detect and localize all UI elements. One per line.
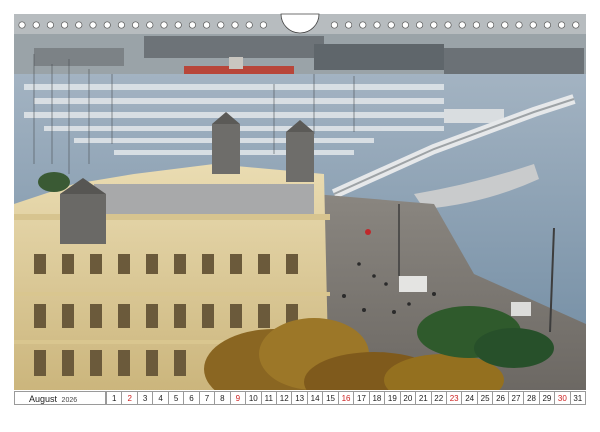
- day-cell: 4: [152, 391, 169, 405]
- day-cell: 2: [121, 391, 138, 405]
- day-cell: 23: [445, 391, 463, 405]
- month-label: August 2026: [14, 391, 106, 405]
- day-cell: 27: [507, 391, 525, 405]
- day-cell: 13: [291, 391, 308, 405]
- day-cell: 30: [554, 391, 571, 405]
- day-cell: 18: [368, 391, 386, 405]
- day-cell: 28: [523, 391, 540, 405]
- day-cell: 10: [245, 391, 262, 405]
- day-cell: 20: [399, 391, 417, 405]
- day-cell: 16: [337, 391, 355, 405]
- day-cell: 22: [430, 391, 447, 405]
- calendar-page: August 2026 1 2 3 4 5 6 7 8 9 10 11 12 13 14 15 16 17 18 1…: [0, 0, 600, 432]
- day-cell: 25: [476, 391, 494, 405]
- day-cell: 15: [322, 391, 339, 405]
- day-cell: 8: [214, 391, 231, 405]
- day-cell: 3: [136, 391, 154, 405]
- year-label: 2026: [61, 397, 78, 404]
- day-cell: 26: [492, 391, 509, 405]
- day-cell: 9: [229, 391, 247, 405]
- day-cell: 19: [384, 391, 401, 405]
- day-cell: 29: [538, 391, 556, 405]
- day-cell: 14: [306, 391, 324, 405]
- day-cell: 31: [569, 391, 587, 405]
- day-cell: 21: [415, 391, 432, 405]
- day-cell: 5: [167, 391, 185, 405]
- day-cell: 24: [461, 391, 478, 405]
- day-cell: 7: [198, 391, 216, 405]
- day-cell: 6: [183, 391, 200, 405]
- calendar-day-strip: August 2026 1 2 3 4 5 6 7 8 9 10 11 12 13 14 15 16 17 18 1…: [14, 390, 587, 406]
- day-cell: 17: [353, 391, 370, 405]
- calendar-photo: [14, 14, 586, 392]
- day-cell: 12: [275, 391, 293, 405]
- day-cells: 1 2 3 4 5 6 7 8 9 10 11 12 13 14 15 16 17 18 19 20 21 22 23 24 2…: [106, 391, 587, 405]
- day-cell: 11: [260, 391, 277, 405]
- day-cell: 1: [106, 391, 123, 405]
- month-name: August: [29, 394, 58, 404]
